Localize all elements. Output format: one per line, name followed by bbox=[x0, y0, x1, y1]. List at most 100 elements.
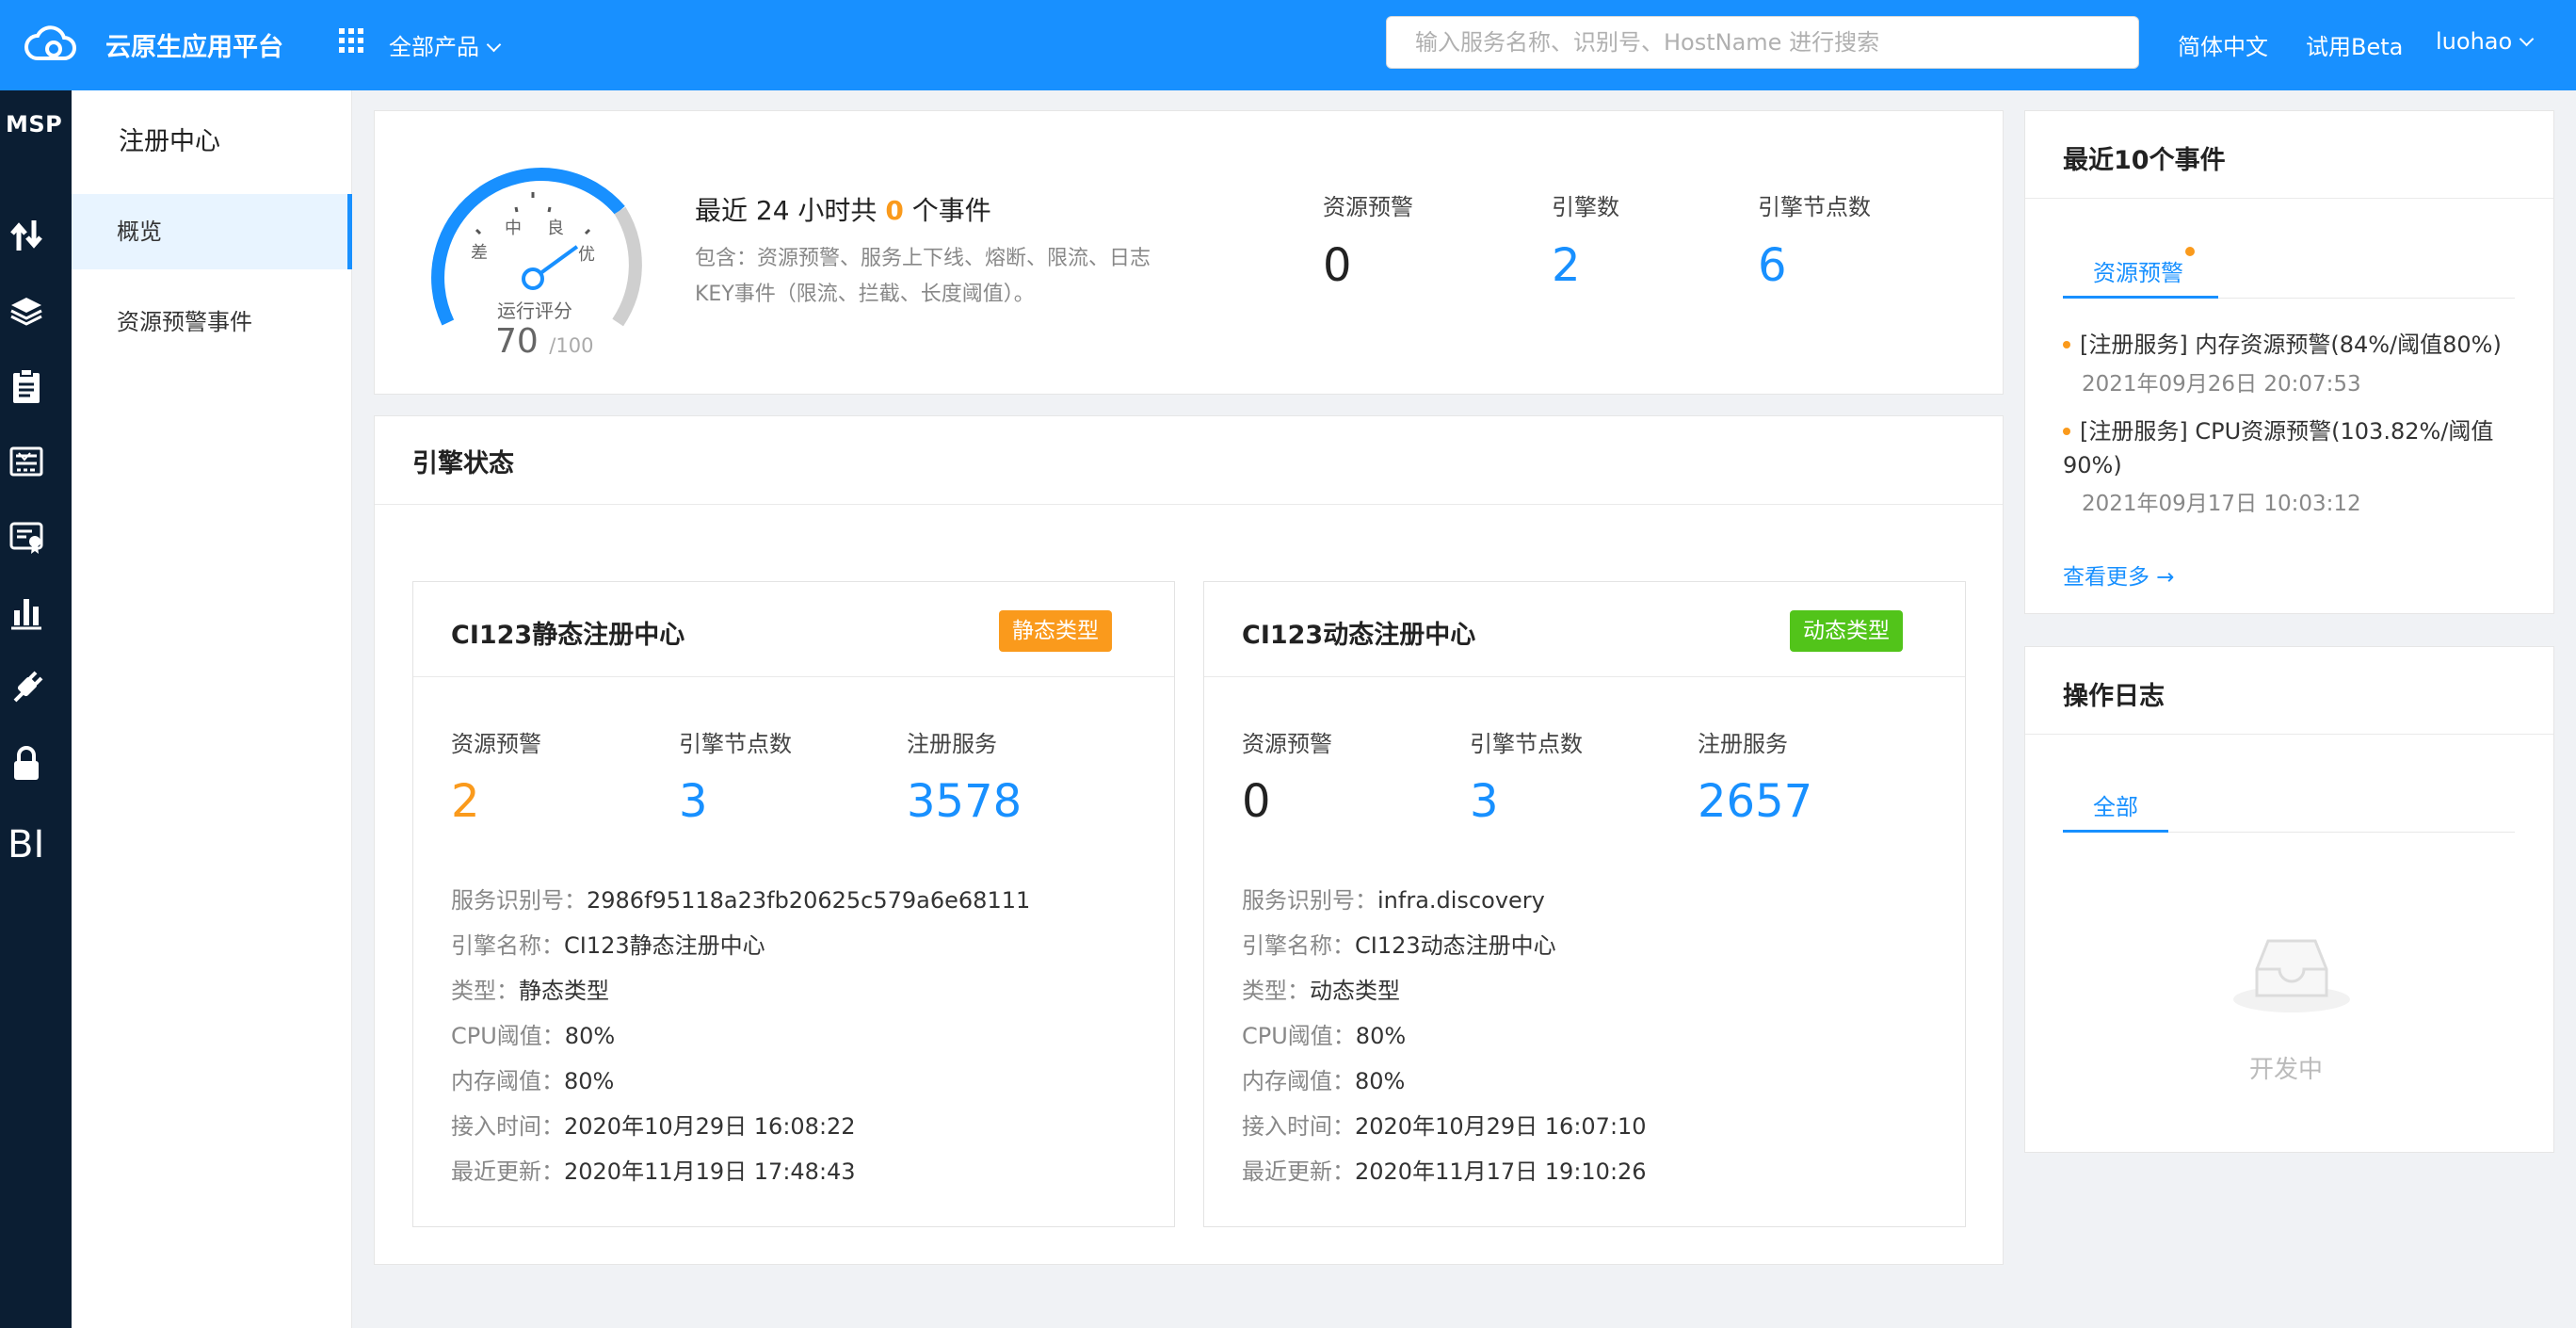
divider bbox=[1204, 676, 1965, 677]
icon-rail: MSP BI bbox=[0, 90, 72, 1328]
gauge-score: 70 /100 bbox=[495, 322, 593, 361]
bar-chart-icon[interactable] bbox=[9, 593, 43, 631]
engine-stat-label: 资源预警 bbox=[451, 731, 541, 757]
detail-value: infra.discovery bbox=[1377, 887, 1545, 914]
engine-detail: 内存阈值：80% bbox=[451, 1062, 614, 1095]
all-products-menu[interactable]: 全部产品 bbox=[389, 28, 502, 61]
stat-value-engines[interactable]: 2 bbox=[1552, 239, 1581, 292]
gauge-label-medium: 中 bbox=[505, 219, 522, 238]
lock-icon[interactable] bbox=[9, 744, 43, 782]
detail-key: 服务识别号： bbox=[451, 887, 587, 914]
tab-all[interactable]: 全部 bbox=[2093, 788, 2138, 821]
op-log-title: 操作日志 bbox=[2063, 682, 2165, 711]
transfer-icon[interactable] bbox=[9, 217, 43, 254]
engine-detail: 引擎名称：CI123静态注册中心 bbox=[451, 927, 765, 960]
engine-stat-value[interactable]: 2 bbox=[451, 775, 480, 828]
detail-value: CI123动态注册中心 bbox=[1355, 932, 1556, 959]
brand-title[interactable]: 云原生应用平台 bbox=[105, 26, 283, 63]
detail-key: 引擎名称： bbox=[1242, 932, 1355, 959]
gauge-label-excellent: 优 bbox=[578, 245, 595, 265]
gauge-caption: 运行评分 bbox=[497, 300, 572, 322]
engine-stat-label: 资源预警 bbox=[1242, 731, 1332, 757]
apps-grid-icon[interactable] bbox=[339, 28, 363, 53]
view-more-link[interactable]: 查看更多 → bbox=[2063, 559, 2175, 591]
detail-key: CPU阈值： bbox=[451, 1023, 565, 1049]
event-item[interactable]: [注册服务] 内存资源预警(84%/阈值80%) bbox=[2063, 328, 2515, 362]
clipboard-icon[interactable] bbox=[9, 367, 43, 405]
engine-stat-label: 注册服务 bbox=[1698, 731, 1788, 757]
user-menu[interactable]: luohao bbox=[2436, 28, 2535, 55]
events-summary: 最近 24 小时共 0 个事件 bbox=[695, 190, 991, 228]
engine-detail: 接入时间：2020年10月29日 16:08:22 bbox=[451, 1108, 856, 1141]
detail-value: CI123静态注册中心 bbox=[564, 932, 765, 959]
engine-stat-value[interactable]: 3 bbox=[679, 775, 708, 828]
layers-icon[interactable] bbox=[9, 292, 43, 330]
detail-value: 80% bbox=[564, 1068, 615, 1094]
empty-inbox-icon bbox=[2233, 939, 2350, 1012]
detail-value: 动态类型 bbox=[1310, 978, 1400, 1004]
menu-item-resource-alerts[interactable]: 资源预警事件 bbox=[72, 284, 352, 360]
detail-key: 类型： bbox=[451, 978, 519, 1004]
detail-value: 80% bbox=[564, 1023, 616, 1049]
engine-stat-value[interactable]: 2657 bbox=[1698, 775, 1812, 828]
language-switch[interactable]: 简体中文 bbox=[2178, 28, 2268, 61]
recent-events-title: 最近10个事件 bbox=[2063, 146, 2226, 175]
tab-underline bbox=[2063, 296, 2218, 299]
bullet-dot bbox=[2063, 341, 2070, 348]
detail-value: 2020年10月29日 16:08:22 bbox=[564, 1113, 856, 1140]
events-suffix: 个事件 bbox=[911, 195, 991, 226]
beta-link[interactable]: 试用Beta bbox=[2306, 28, 2403, 61]
top-bar: 云原生应用平台 全部产品 简体中文 试用Beta luohao bbox=[0, 0, 2576, 90]
events-description: 包含：资源预警、服务上下线、熔断、限流、日志KEY事件（限流、拦截、长度阈值）。 bbox=[695, 247, 1151, 306]
detail-key: 引擎名称： bbox=[451, 932, 564, 959]
overview-card: 差 中 良 优 运行评分 70 /100 最近 24 小时共 0 个事件 包含：… bbox=[374, 110, 2004, 395]
bi-icon[interactable]: BI bbox=[8, 823, 44, 866]
detail-key: CPU阈值： bbox=[1242, 1023, 1356, 1049]
stat-value-nodes[interactable]: 6 bbox=[1758, 239, 1787, 292]
events-prefix: 最近 24 小时共 bbox=[695, 195, 877, 226]
engine-type-tag: 静态类型 bbox=[999, 610, 1112, 652]
detail-key: 接入时间： bbox=[451, 1113, 564, 1140]
events-count: 0 bbox=[885, 195, 904, 226]
notification-dot bbox=[2185, 247, 2195, 256]
event-time: 2021年09月17日 10:03:12 bbox=[2082, 492, 2361, 516]
engine-stat-value[interactable]: 3 bbox=[1470, 775, 1499, 828]
cloud-logo-icon[interactable] bbox=[23, 21, 77, 68]
engine-status-title: 引擎状态 bbox=[412, 449, 514, 478]
detail-value: 2986f95118a23fb20625c579a6e68111 bbox=[587, 887, 1031, 914]
engine-detail: 服务识别号：infra.discovery bbox=[1242, 882, 1545, 915]
engine-stat-value: 0 bbox=[1242, 775, 1271, 828]
certificate-icon[interactable] bbox=[9, 518, 43, 556]
gauge-score-value: 70 bbox=[495, 322, 539, 361]
gauge-score-max: /100 bbox=[549, 334, 594, 357]
engine-card-static: CI123静态注册中心 静态类型 资源预警 2 引擎节点数 3 注册服务 357… bbox=[412, 581, 1175, 1227]
divider bbox=[2025, 198, 2553, 199]
engine-status-card: 引擎状态 CI123静态注册中心 静态类型 资源预警 2 引擎节点数 3 注册服… bbox=[374, 415, 2004, 1265]
engine-detail: CPU阈值：80% bbox=[1242, 1017, 1406, 1050]
detail-value: 静态类型 bbox=[519, 978, 609, 1004]
detail-key: 接入时间： bbox=[1242, 1113, 1355, 1140]
monitor-icon[interactable] bbox=[9, 443, 43, 480]
plug-icon[interactable] bbox=[9, 669, 43, 706]
empty-state-text: 开发中 bbox=[2249, 1056, 2324, 1084]
divider bbox=[2025, 734, 2553, 735]
product-label[interactable]: MSP bbox=[6, 111, 62, 138]
stat-value-alerts: 0 bbox=[1323, 239, 1352, 292]
engine-stat-label: 引擎节点数 bbox=[679, 731, 792, 757]
menu-item-overview[interactable]: 概览 bbox=[72, 194, 352, 269]
bullet-dot bbox=[2063, 428, 2070, 435]
engine-type-tag: 动态类型 bbox=[1790, 610, 1903, 652]
event-text: [注册服务] CPU资源预警(103.82%/阈值90%) bbox=[2063, 418, 2494, 478]
event-item[interactable]: [注册服务] CPU资源预警(103.82%/阈值90%) bbox=[2063, 414, 2515, 482]
engine-stat-label: 引擎节点数 bbox=[1470, 731, 1583, 757]
tab-resource-alerts[interactable]: 资源预警 bbox=[2093, 254, 2183, 287]
stat-label-nodes: 引擎节点数 bbox=[1758, 194, 1871, 220]
search-input[interactable] bbox=[1386, 16, 2139, 69]
detail-value: 2020年11月17日 19:10:26 bbox=[1355, 1158, 1647, 1185]
engine-detail: 内存阈值：80% bbox=[1242, 1062, 1405, 1095]
detail-key: 最近更新： bbox=[1242, 1158, 1355, 1185]
stat-label-alerts: 资源预警 bbox=[1323, 194, 1413, 220]
detail-value: 80% bbox=[1355, 1068, 1406, 1094]
engine-card-dynamic: CI123动态注册中心 动态类型 资源预警 0 引擎节点数 3 注册服务 265… bbox=[1203, 581, 1966, 1227]
engine-stat-value[interactable]: 3578 bbox=[907, 775, 1022, 828]
